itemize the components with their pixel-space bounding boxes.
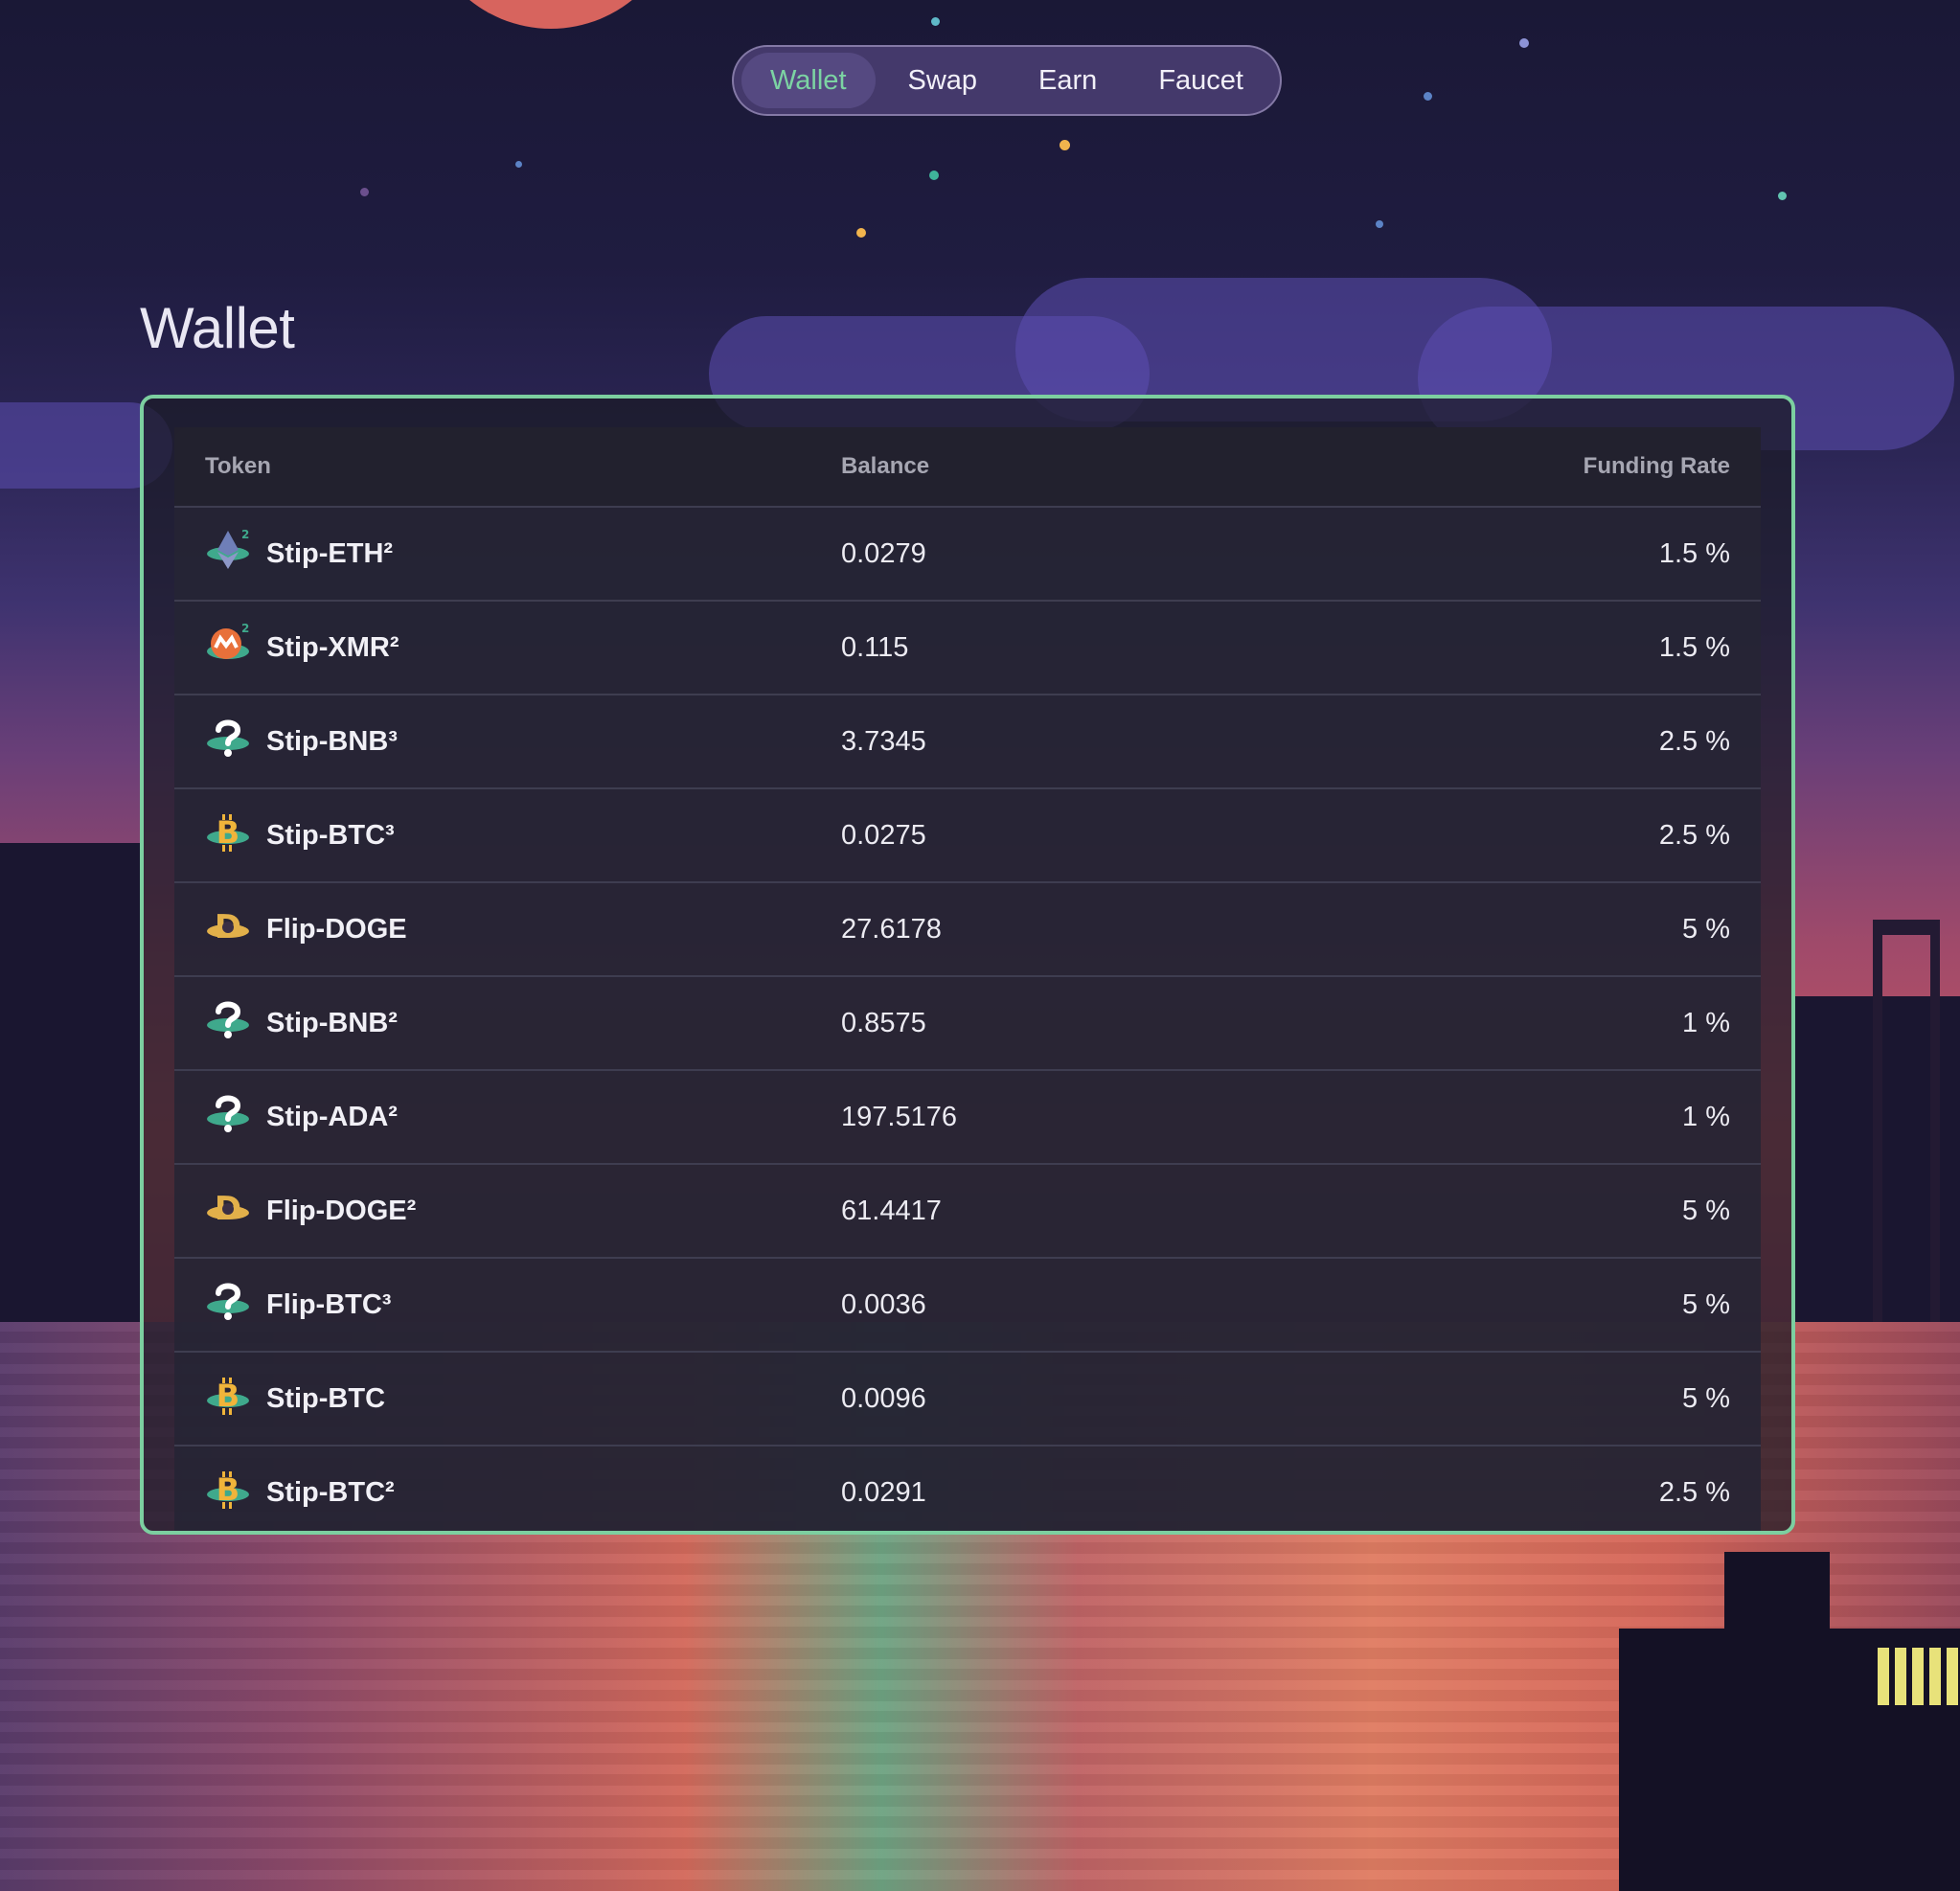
star [856,228,866,238]
question-mark-coin-icon [205,1090,251,1144]
balance-cell: 0.115 [810,601,1248,695]
token-cell: Stip-BNB³ [174,695,810,789]
btc-coin-icon: B [205,1372,251,1425]
funding-rate-cell: 1.5 % [1247,601,1761,695]
balance-cell: 27.6178 [810,882,1248,977]
table-row[interactable]: Flip-BTC³ 0.0036 5 % [174,1258,1761,1353]
funding-rate-cell: 1.5 % [1247,507,1761,602]
table-row[interactable]: Stip-ADA² 197.5176 1 % [174,1070,1761,1165]
wallet-table: Token Balance Funding Rate 2 Stip-ETH² 0… [174,427,1761,1531]
star [1778,192,1787,200]
token-cell: 2 Stip-ETH² [174,507,810,602]
city-skyline [0,843,140,1322]
balance-cell: 0.8575 [810,976,1248,1071]
star [1060,140,1070,150]
funding-rate-cell: 5 % [1247,1352,1761,1447]
funding-rate-cell: 5 % [1247,1164,1761,1259]
page-title: Wallet [140,296,295,360]
column-header-balance: Balance [810,427,1248,508]
star [931,17,940,26]
question-mark-coin-icon [205,715,251,768]
table-row[interactable]: 2 Stip-XMR² 0.115 1.5 % [174,601,1761,695]
funding-rate-cell: 2.5 % [1247,1446,1761,1531]
funding-rate-cell: 5 % [1247,882,1761,977]
star [515,161,522,168]
balance-cell: 61.4417 [810,1164,1248,1259]
moon [422,0,680,29]
funding-rate-cell: 2.5 % [1247,695,1761,789]
funding-rate-cell: 5 % [1247,1258,1761,1353]
token-name: Stip-ADA² [266,1101,398,1132]
token-name: Stip-BTC³ [266,819,395,851]
token-name: Stip-BTC² [266,1476,395,1508]
token-name: Stip-BTC [266,1382,386,1414]
table-row[interactable]: Stip-BNB² 0.8575 1 % [174,976,1761,1071]
column-header-token: Token [174,427,810,508]
funding-rate-cell: 1 % [1247,976,1761,1071]
question-mark-coin-icon [205,996,251,1050]
balance-cell: 0.0279 [810,507,1248,602]
nav-tab-earn[interactable]: Earn [1010,53,1126,108]
token-cell: B Stip-BTC³ [174,788,810,883]
token-name: Flip-DOGE [266,913,407,945]
token-name: Flip-BTC³ [266,1288,392,1320]
btc-coin-icon: B [205,1466,251,1519]
token-cell: Stip-ADA² [174,1070,810,1165]
table-row[interactable]: B Stip-BTC 0.0096 5 % [174,1352,1761,1447]
table-row[interactable]: D Flip-DOGE² 61.4417 5 % [174,1164,1761,1259]
token-cell: D Flip-DOGE [174,882,810,977]
star [1424,92,1432,101]
eth-coin-icon: 2 [205,527,251,581]
star [1519,38,1529,48]
star [360,188,369,196]
token-name: Stip-XMR² [266,631,399,663]
svg-text:B: B [217,1378,239,1414]
wallet-table-container[interactable]: Token Balance Funding Rate 2 Stip-ETH² 0… [174,427,1761,1531]
token-name: Stip-ETH² [266,537,394,569]
column-header-funding-rate: Funding Rate [1247,427,1761,508]
svg-text:2: 2 [241,622,249,635]
balance-cell: 0.0036 [810,1258,1248,1353]
token-name: Stip-BNB² [266,1007,398,1038]
bridge-tower [1873,920,1940,1332]
svg-text:2: 2 [241,528,249,541]
funding-rate-cell: 1 % [1247,1070,1761,1165]
nav-tab-wallet[interactable]: Wallet [741,53,876,108]
question-mark-coin-icon [205,1278,251,1332]
funding-rate-cell: 2.5 % [1247,788,1761,883]
table-row[interactable]: Stip-BNB³ 3.7345 2.5 % [174,695,1761,789]
btc-coin-icon: B [205,809,251,862]
star [929,171,939,180]
nav-tab-faucet[interactable]: Faucet [1129,53,1272,108]
doge-coin-icon: D [205,1184,251,1238]
table-row[interactable]: B Stip-BTC² 0.0291 2.5 % [174,1446,1761,1531]
top-nav: Wallet Swap Earn Faucet [732,45,1282,116]
xmr-coin-icon: 2 [205,621,251,674]
table-header-row: Token Balance Funding Rate [174,427,1761,508]
balance-cell: 0.0096 [810,1352,1248,1447]
doge-coin-icon: D [205,902,251,956]
balance-cell: 3.7345 [810,695,1248,789]
table-row[interactable]: 2 Stip-ETH² 0.0279 1.5 % [174,507,1761,602]
token-cell: Stip-BNB² [174,976,810,1071]
star [1376,220,1383,228]
balance-cell: 197.5176 [810,1070,1248,1165]
svg-text:B: B [217,814,239,851]
table-row[interactable]: B Stip-BTC³ 0.0275 2.5 % [174,788,1761,883]
token-name: Flip-DOGE² [266,1195,417,1226]
token-cell: B Stip-BTC² [174,1446,810,1531]
balance-cell: 0.0275 [810,788,1248,883]
nav-tab-swap[interactable]: Swap [879,53,1007,108]
token-cell: Flip-BTC³ [174,1258,810,1353]
token-name: Stip-BNB³ [266,725,398,757]
token-cell: B Stip-BTC [174,1352,810,1447]
table-row[interactable]: D Flip-DOGE 27.6178 5 % [174,882,1761,977]
lit-window [1878,1648,1960,1705]
svg-text:B: B [217,1471,239,1508]
balance-cell: 0.0291 [810,1446,1248,1531]
wallet-panel: Token Balance Funding Rate 2 Stip-ETH² 0… [140,395,1795,1535]
token-cell: 2 Stip-XMR² [174,601,810,695]
token-cell: D Flip-DOGE² [174,1164,810,1259]
